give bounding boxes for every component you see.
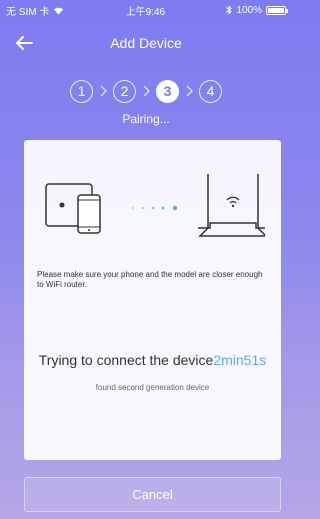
pairing-illustration (45, 174, 265, 237)
router-icon (198, 174, 265, 237)
step-2: 2 (113, 79, 136, 103)
pairing-card: Please make sure your phone and the mode… (24, 140, 281, 460)
nav-bar: Add Device (0, 26, 292, 60)
status-left: 无 SIM 卡 (6, 3, 64, 18)
page-title: Add Device (110, 35, 182, 51)
step-4: 4 (199, 79, 222, 103)
bluetooth-icon (226, 5, 233, 15)
back-button[interactable] (10, 30, 38, 56)
battery-icon (265, 5, 288, 15)
battery-percent: 100% (236, 4, 262, 16)
time-text: 上午9:46 (125, 6, 166, 18)
cancel-button[interactable]: Cancel (24, 477, 281, 512)
instructions-text: Please make sure your phone and the mode… (37, 270, 263, 289)
step-indicator: 1 2 3 4 (0, 78, 292, 104)
step-1: 1 (70, 79, 93, 103)
chevron-right-icon (140, 84, 152, 98)
step-label: Pairing... (122, 112, 170, 126)
phone-icon (77, 194, 101, 234)
status-right: 100% (226, 4, 288, 16)
connection-status: Trying to connect the device2min51s (24, 352, 281, 368)
status-bar: 无 SIM 卡 上午9:46 100% (0, 0, 292, 20)
found-device-text: found second generation device (95, 383, 210, 392)
wifi-icon (54, 7, 64, 14)
connecting-dots-icon (131, 205, 178, 211)
carrier-text: 无 SIM 卡 (6, 6, 50, 18)
chevron-right-icon (183, 84, 195, 98)
trying-text: Trying to connect the device (38, 352, 214, 368)
step-3-active: 3 (156, 79, 179, 103)
back-arrow-icon (16, 36, 33, 50)
countdown-timer: 2min51s (213, 352, 267, 368)
chevron-right-icon (97, 84, 109, 98)
